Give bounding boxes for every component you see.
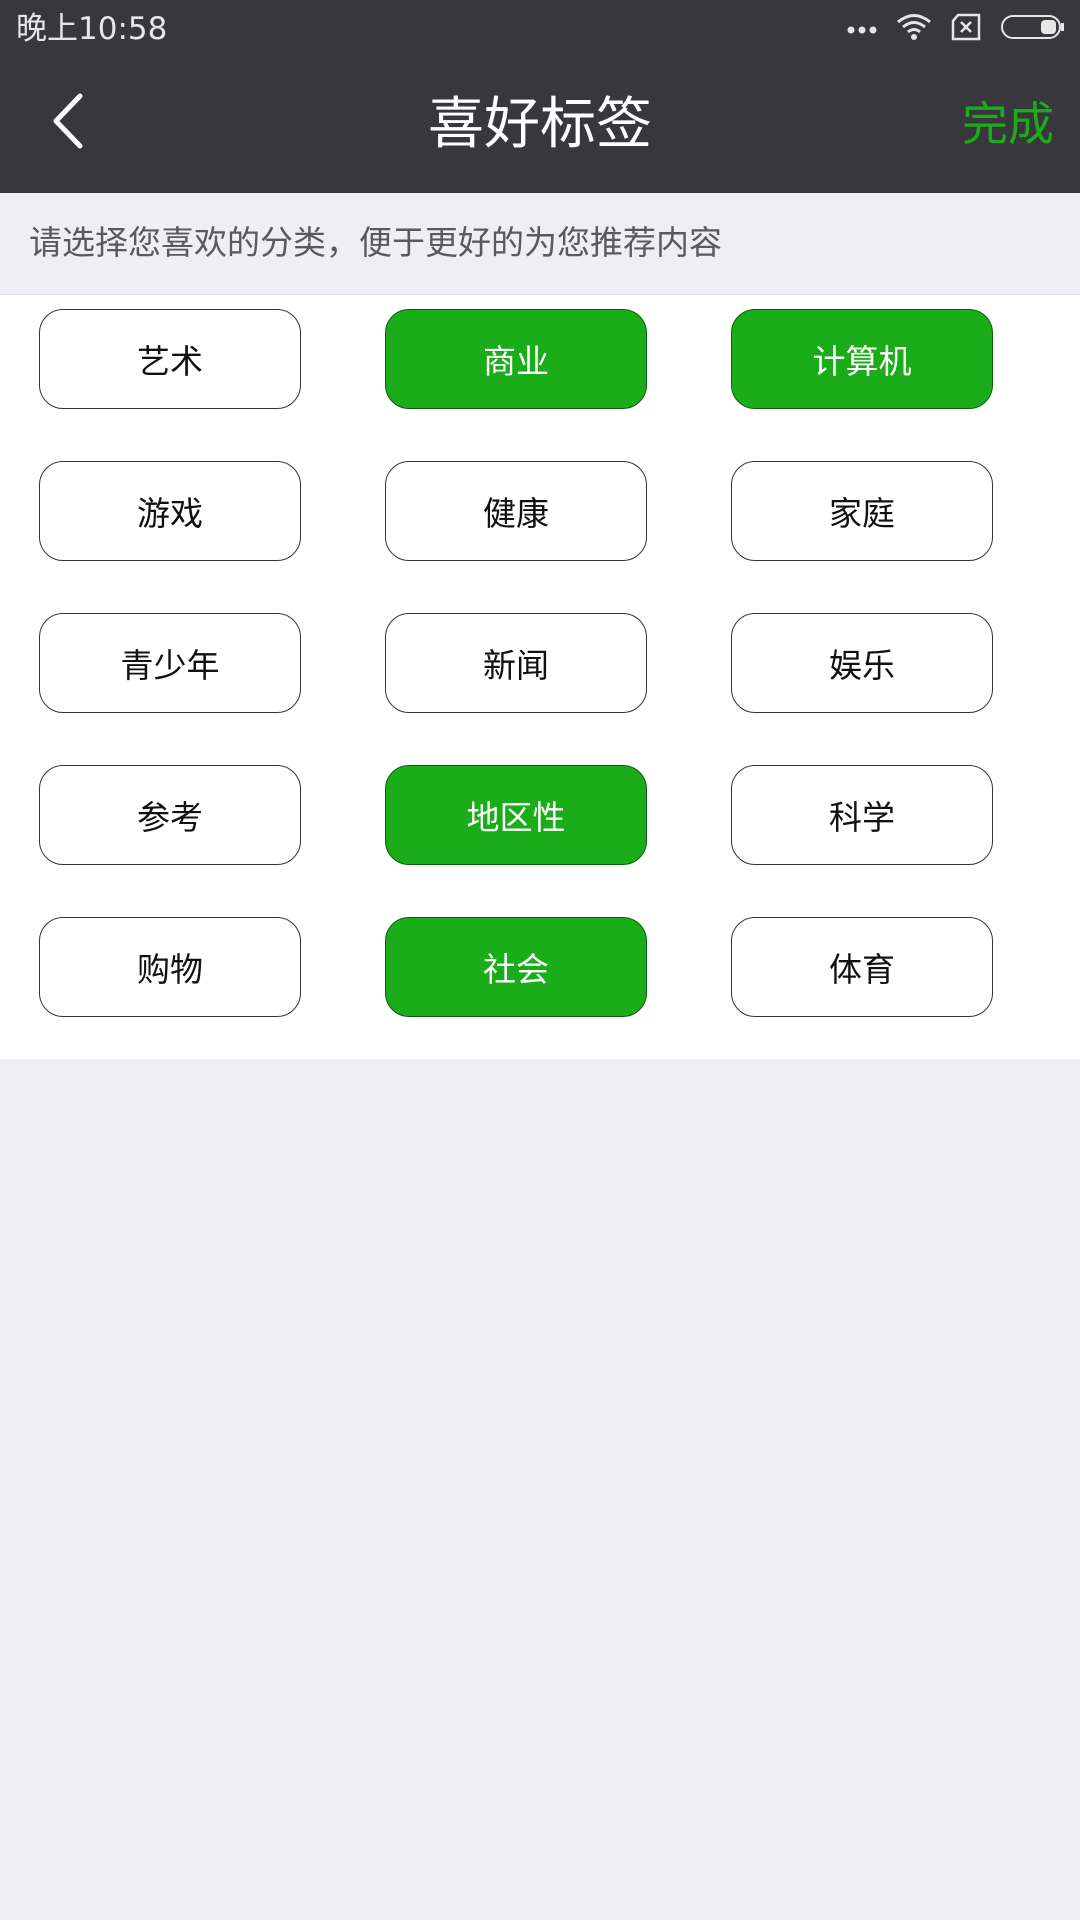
- tag-button-selected[interactable]: 地区性: [385, 765, 647, 865]
- tags-grid: 艺术 商业 计算机 游戏 健康 家庭 青少年 新闻 娱乐 参考 地区性 科学 购…: [39, 309, 1009, 1017]
- status-bar: 晚上10:58: [0, 0, 1080, 58]
- back-button[interactable]: [40, 88, 100, 154]
- tag-button[interactable]: 健康: [385, 461, 647, 561]
- page-title: 喜好标签: [428, 92, 652, 157]
- tag-button[interactable]: 购物: [39, 917, 301, 1017]
- tag-button[interactable]: 艺术: [39, 309, 301, 409]
- battery-icon: [1000, 14, 1066, 44]
- hint-bar: 请选择您喜欢的分类，便于更好的为您推荐内容: [0, 193, 1080, 295]
- tag-button[interactable]: 新闻: [385, 613, 647, 713]
- app-screen: 晚上10:58 喜好标签 完成 请选择您喜欢的分类，便于更好的为您推荐内容 艺术…: [0, 0, 1080, 1920]
- tag-button[interactable]: 青少年: [39, 613, 301, 713]
- wifi-icon: [896, 13, 932, 45]
- hint-text: 请选择您喜欢的分类，便于更好的为您推荐内容: [29, 223, 722, 262]
- nav-bar: 喜好标签 完成: [0, 58, 1080, 193]
- tag-button[interactable]: 参考: [39, 765, 301, 865]
- status-icons: [828, 12, 1066, 46]
- status-time: 晚上10:58: [16, 11, 168, 47]
- tag-button-selected[interactable]: 计算机: [731, 309, 993, 409]
- chevron-left-icon: [40, 93, 100, 158]
- done-button[interactable]: 完成: [962, 96, 1054, 152]
- tag-button[interactable]: 科学: [731, 765, 993, 865]
- tag-button-selected[interactable]: 商业: [385, 309, 647, 409]
- more-dots-icon: [846, 20, 878, 39]
- tag-button[interactable]: 游戏: [39, 461, 301, 561]
- sim-off-icon: [950, 13, 982, 45]
- tag-button-selected[interactable]: 社会: [385, 917, 647, 1017]
- tag-button[interactable]: 娱乐: [731, 613, 993, 713]
- tag-button[interactable]: 家庭: [731, 461, 993, 561]
- tags-panel: 艺术 商业 计算机 游戏 健康 家庭 青少年 新闻 娱乐 参考 地区性 科学 购…: [0, 295, 1080, 1059]
- tag-button[interactable]: 体育: [731, 917, 993, 1017]
